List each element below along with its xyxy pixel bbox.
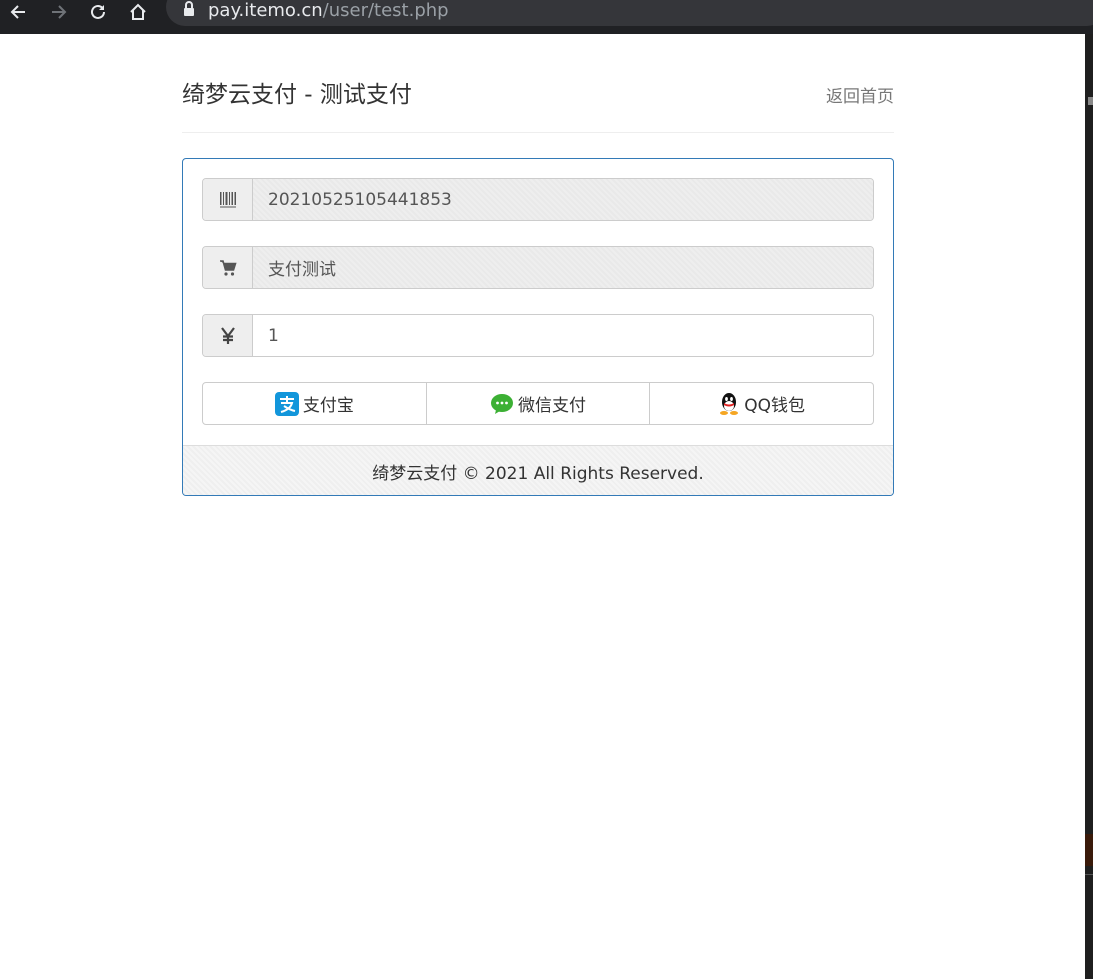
payment-method-buttons: 支付宝 微信支付 QQ钱包 [202, 382, 875, 425]
url-host: pay.itemo.cn [208, 0, 323, 21]
back-arrow-icon[interactable] [3, 0, 33, 24]
wechat-pay-label: 微信支付 [518, 396, 586, 416]
reload-icon[interactable] [83, 0, 113, 24]
page-title: 绮梦云支付 - 测试支付 [182, 82, 412, 108]
payment-panel: 支付宝 微信支付 [182, 158, 894, 496]
alipay-icon [274, 391, 299, 416]
product-name-group [202, 246, 874, 289]
product-name-field[interactable] [253, 247, 873, 288]
alipay-button[interactable]: 支付宝 [202, 382, 427, 425]
amount-field[interactable] [253, 315, 873, 356]
panel-footer: 绮梦云支付 © 2021 All Rights Reserved. [183, 445, 893, 495]
wechat-icon [490, 393, 514, 415]
qq-wallet-label: QQ钱包 [744, 396, 806, 416]
wechat-pay-button[interactable]: 微信支付 [425, 382, 651, 425]
amount-group [202, 314, 874, 357]
scrollbar[interactable] [1085, 34, 1093, 979]
alipay-label: 支付宝 [302, 396, 354, 416]
yen-icon [203, 315, 253, 356]
shopping-cart-icon [203, 247, 253, 288]
copyright-text: 绮梦云支付 © 2021 All Rights Reserved. [372, 464, 704, 484]
barcode-icon [203, 179, 253, 220]
address-url[interactable]: pay.itemo.cn/user/test.php [208, 0, 449, 24]
url-path: /user/test.php [322, 0, 449, 21]
qq-icon [718, 392, 740, 416]
page-viewport: 绮梦云支付 - 测试支付 返回首页 20210525105441853 支付测试… [0, 34, 1085, 979]
order-number-field[interactable] [253, 179, 873, 220]
browser-toolbar: pay.itemo.cn/user/test.php [0, 0, 1093, 34]
home-link[interactable]: 返回首页 [826, 85, 894, 109]
home-icon[interactable] [123, 0, 153, 24]
lock-icon[interactable] [183, 1, 195, 21]
forward-arrow-icon[interactable] [44, 0, 74, 24]
page-header: 绮梦云支付 - 测试支付 返回首页 [182, 80, 894, 133]
qq-wallet-button[interactable]: QQ钱包 [649, 382, 875, 425]
order-number-group [202, 178, 874, 221]
